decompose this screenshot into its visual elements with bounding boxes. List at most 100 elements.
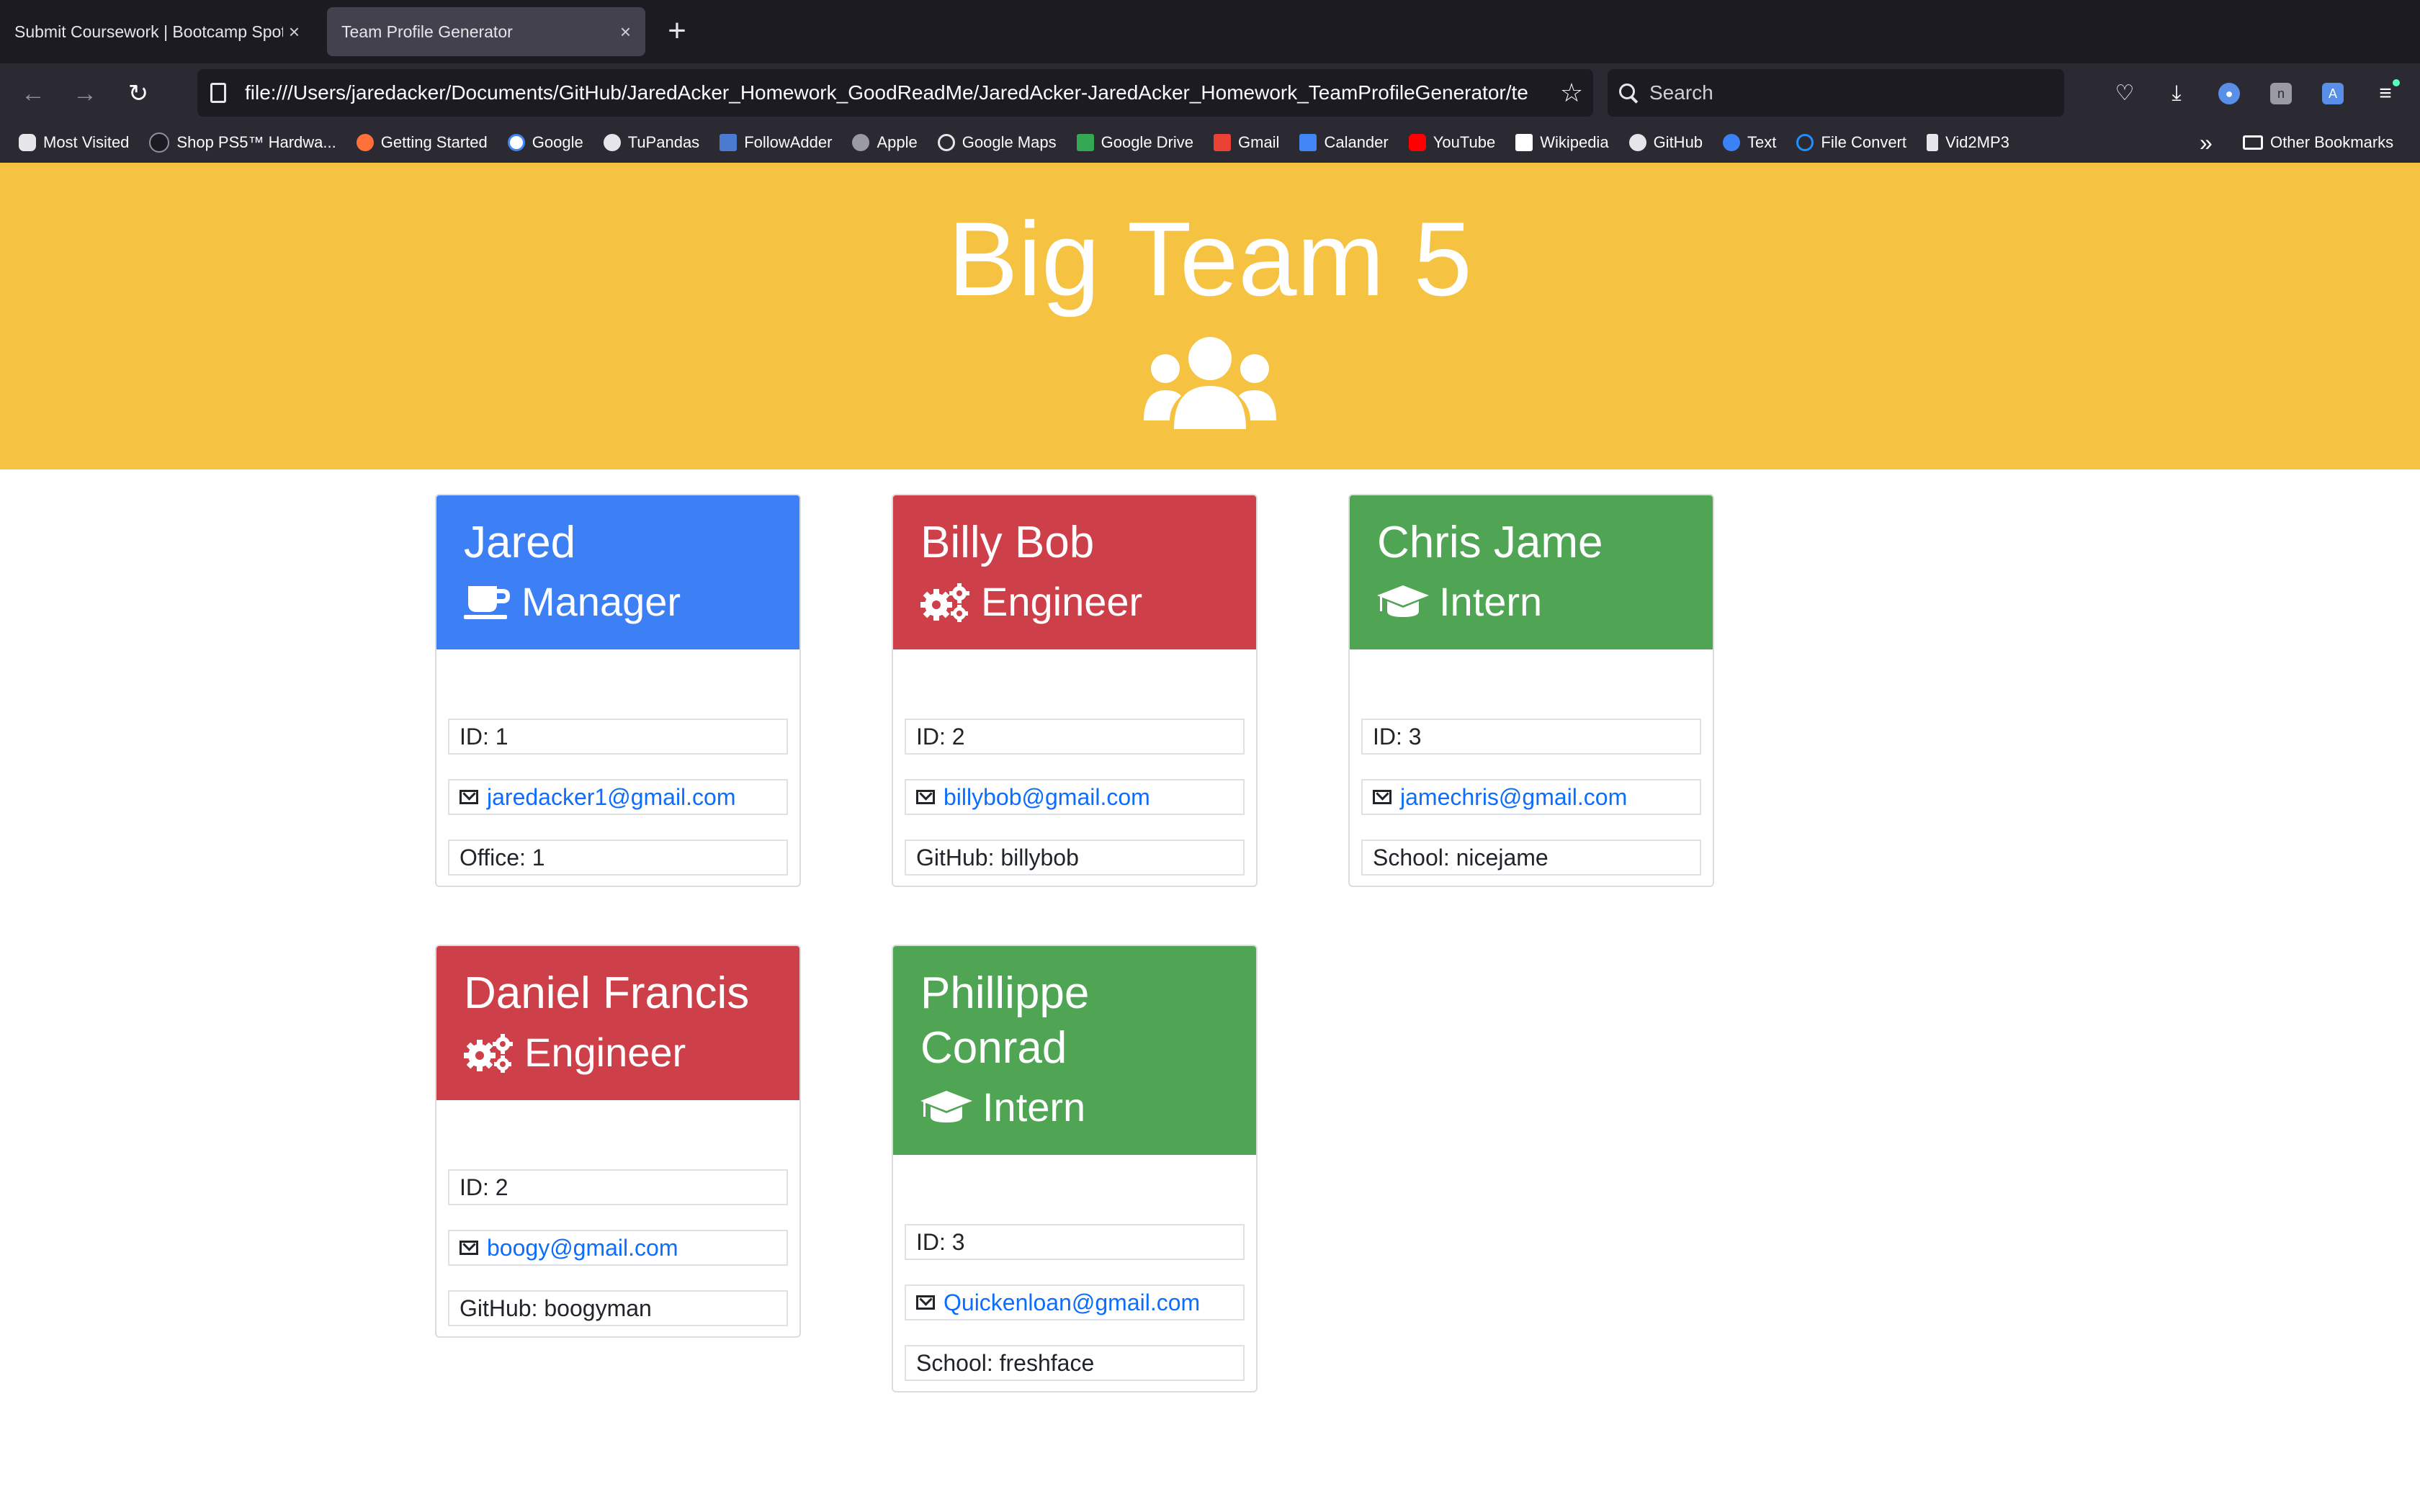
bookmark-item[interactable]: Apple bbox=[852, 133, 918, 152]
card-header: Billy Bob Engineer bbox=[893, 495, 1256, 649]
email-link[interactable]: Quickenloan@gmail.com bbox=[944, 1290, 1200, 1316]
update-dot bbox=[2393, 79, 2400, 86]
employee-role: Engineer bbox=[920, 579, 1229, 625]
reload-button[interactable]: ↻ bbox=[122, 78, 154, 109]
envelope-icon bbox=[460, 1241, 478, 1255]
employee-email: jaredacker1@gmail.com bbox=[448, 779, 788, 815]
employee-email: boogy@gmail.com bbox=[448, 1230, 788, 1266]
employee-card: Phillippe Conrad Intern ID: 3 Quickenloa… bbox=[892, 945, 1258, 1392]
url-text[interactable]: file:///Users/jaredacker/Documents/GitHu… bbox=[245, 81, 1550, 104]
bookmark-label: Apple bbox=[877, 133, 918, 151]
card-header: Jared Manager bbox=[436, 495, 799, 649]
pocket-icon[interactable]: ♡ bbox=[2109, 78, 2141, 109]
tab-team-profile-generator[interactable]: Team Profile Generator × bbox=[327, 7, 645, 56]
bookmark-item[interactable]: GitHub bbox=[1628, 133, 1703, 152]
chevron-double-right-icon[interactable]: » bbox=[2200, 122, 2213, 163]
bookmark-label: File Convert bbox=[1821, 133, 1906, 151]
bookmark-label: Most Visited bbox=[43, 133, 130, 151]
youtube-icon bbox=[1408, 134, 1426, 151]
employee-id: ID: 3 bbox=[905, 1224, 1245, 1260]
coffee-mug-icon bbox=[464, 586, 510, 619]
other-bookmarks[interactable]: Other Bookmarks bbox=[2243, 122, 2393, 163]
email-link[interactable]: billybob@gmail.com bbox=[944, 784, 1150, 811]
bookmark-item[interactable]: Google Maps bbox=[937, 133, 1057, 152]
bookmark-item[interactable]: Getting Started bbox=[356, 133, 488, 152]
bookmark-star-icon[interactable]: ☆ bbox=[1550, 78, 1593, 108]
bookmark-item[interactable]: File Convert bbox=[1796, 133, 1906, 152]
extension-icon[interactable]: ● bbox=[2218, 83, 2240, 104]
bookmark-item[interactable]: Most Visited bbox=[19, 133, 129, 152]
employee-school: School: nicejame bbox=[1361, 840, 1701, 876]
employee-card: Billy Bob Engineer ID: 2 billybob@gmail.… bbox=[892, 494, 1258, 887]
wikipedia-icon bbox=[1515, 134, 1533, 151]
employee-card: Chris Jame Intern ID: 3 jamechris@gmail.… bbox=[1348, 494, 1714, 887]
role-label: Manager bbox=[521, 579, 681, 624]
card-body: ID: 3 jamechris@gmail.com School: niceja… bbox=[1350, 649, 1713, 886]
forward-button[interactable]: → bbox=[69, 78, 101, 109]
extension-icon[interactable]: n bbox=[2270, 83, 2292, 104]
bookmark-label: Gmail bbox=[1238, 133, 1280, 151]
bookmark-item[interactable]: Vid2MP3 bbox=[1927, 133, 2009, 152]
bookmark-label: Google Drive bbox=[1101, 133, 1193, 151]
close-icon[interactable]: × bbox=[620, 21, 631, 43]
followadder-icon bbox=[720, 134, 738, 151]
users-icon bbox=[1144, 337, 1276, 429]
bookmark-label: Calander bbox=[1324, 133, 1389, 151]
bookmark-item[interactable]: YouTube bbox=[1408, 133, 1495, 152]
bookmark-item[interactable]: Google Drive bbox=[1076, 133, 1193, 152]
email-link[interactable]: boogy@gmail.com bbox=[487, 1235, 678, 1261]
email-link[interactable]: jaredacker1@gmail.com bbox=[487, 784, 736, 811]
bookmark-label: TuPandas bbox=[627, 133, 700, 151]
id-text: ID: 1 bbox=[460, 723, 508, 750]
employee-email: billybob@gmail.com bbox=[905, 779, 1245, 815]
bookmark-label: Google Maps bbox=[962, 133, 1057, 151]
envelope-icon bbox=[460, 790, 478, 804]
new-tab-button[interactable]: + bbox=[661, 13, 693, 50]
bookmark-item[interactable]: Google bbox=[507, 133, 583, 152]
bookmark-item[interactable]: TuPandas bbox=[603, 133, 700, 152]
id-text: ID: 3 bbox=[1373, 723, 1422, 750]
google-icon bbox=[507, 134, 525, 151]
employee-id: ID: 2 bbox=[448, 1169, 788, 1205]
envelope-icon bbox=[1373, 790, 1392, 804]
graduation-cap-icon bbox=[920, 1091, 972, 1122]
tab-bootcamp-spot[interactable]: Submit Coursework | Bootcamp Spot × bbox=[0, 7, 314, 56]
employee-email: Quickenloan@gmail.com bbox=[905, 1284, 1245, 1320]
employee-github: GitHub: boogyman bbox=[448, 1290, 788, 1326]
bookmark-item[interactable]: Wikipedia bbox=[1515, 133, 1609, 152]
employee-role: Engineer bbox=[464, 1030, 772, 1076]
bookmark-label: Vid2MP3 bbox=[1945, 133, 2009, 151]
folder-icon bbox=[2243, 135, 2263, 150]
url-bar[interactable]: file:///Users/jaredacker/Documents/GitHu… bbox=[197, 69, 1593, 117]
bookmark-label: Shop PS5™ Hardwa... bbox=[176, 133, 336, 151]
employee-id: ID: 3 bbox=[1361, 719, 1701, 755]
search-input[interactable]: Search bbox=[1608, 69, 2064, 117]
bookmark-item[interactable]: Calander bbox=[1299, 133, 1389, 152]
id-text: ID: 2 bbox=[916, 723, 965, 750]
email-link[interactable]: jamechris@gmail.com bbox=[1400, 784, 1627, 811]
globe-icon bbox=[937, 134, 955, 151]
page-icon bbox=[210, 83, 226, 103]
search-icon bbox=[1619, 84, 1638, 102]
card-body: ID: 2 billybob@gmail.com GitHub: billybo… bbox=[893, 649, 1256, 886]
employee-role: Manager bbox=[464, 579, 772, 625]
employee-school: School: freshface bbox=[905, 1345, 1245, 1381]
employee-card: Jared Manager ID: 1 jaredacker1@gmail.co… bbox=[435, 494, 801, 887]
school-text: School: nicejame bbox=[1373, 844, 1549, 870]
calendar-icon bbox=[1299, 134, 1317, 151]
close-icon[interactable]: × bbox=[289, 21, 300, 43]
tab-bar: Submit Coursework | Bootcamp Spot × Team… bbox=[0, 0, 2420, 63]
playstation-icon bbox=[149, 132, 170, 153]
back-button[interactable]: ← bbox=[17, 78, 49, 109]
bookmark-item[interactable]: Shop PS5™ Hardwa... bbox=[149, 132, 336, 153]
other-bookmarks-label: Other Bookmarks bbox=[2270, 133, 2394, 151]
bookmark-item[interactable]: Gmail bbox=[1214, 133, 1279, 152]
bookmark-item[interactable]: FollowAdder bbox=[720, 133, 832, 152]
employee-name: Billy Bob bbox=[920, 518, 1095, 567]
bookmark-item[interactable]: Text bbox=[1723, 133, 1776, 152]
translate-icon[interactable]: A bbox=[2322, 83, 2344, 104]
download-icon[interactable]: ⤓ bbox=[2161, 78, 2192, 109]
apple-icon bbox=[852, 134, 870, 151]
employee-id: ID: 2 bbox=[905, 719, 1245, 755]
employee-email: jamechris@gmail.com bbox=[1361, 779, 1701, 815]
